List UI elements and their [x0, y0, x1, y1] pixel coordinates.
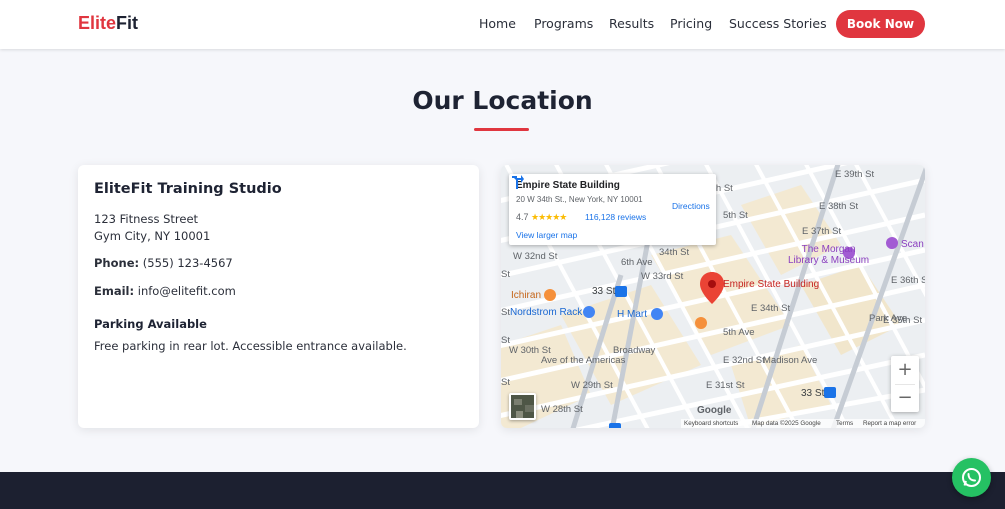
nav-results[interactable]: Results [609, 16, 654, 31]
map-attribution: Keyboard shortcuts Map data ©2025 Google… [681, 419, 925, 428]
poi-33-st-station-east[interactable]: 33 St [801, 388, 824, 399]
address-line-1: 123 Fitness Street [94, 212, 199, 226]
whatsapp-icon [962, 468, 981, 487]
nav-programs[interactable]: Programs [534, 16, 593, 31]
poi-scan[interactable]: Scan [901, 239, 924, 250]
title-underline [474, 128, 529, 131]
satellite-toggle[interactable] [509, 393, 536, 420]
street-e32: E 32nd St [723, 355, 765, 366]
street-e36: E 36th St [891, 275, 925, 286]
location-info-card: EliteFit Training Studio 123 Fitness Str… [78, 165, 479, 428]
keyboard-shortcuts-link[interactable]: Keyboard shortcuts [684, 420, 738, 427]
poi-ichiran[interactable]: Ichiran [511, 290, 541, 301]
site-header: EliteFit Home Programs Results Pricing S… [0, 0, 1005, 49]
place-info-card: Empire State Building 20 W 34th St., New… [509, 174, 716, 245]
nav-home[interactable]: Home [479, 16, 516, 31]
email-row: Email: info@elitefit.com [94, 284, 236, 298]
street-e37: E 37th St [802, 226, 842, 237]
site-footer [0, 472, 1005, 509]
whatsapp-button[interactable] [952, 458, 991, 497]
terms-link[interactable]: Terms [836, 420, 853, 427]
poi-morgan-library[interactable]: The Morgan Library & Museum [788, 244, 869, 266]
directions-link[interactable]: Directions [672, 201, 710, 211]
rating-stars-icon: ★★★★★ [531, 212, 567, 222]
poi-nordstrom-rack[interactable]: Nordstrom Rack [510, 307, 582, 318]
street-ave-americas: Ave of the Americas [541, 355, 626, 366]
map-data-text: Map data ©2025 Google [752, 420, 821, 427]
book-now-button[interactable]: Book Now [836, 10, 925, 38]
street-34th: 34th St [659, 247, 690, 258]
nav-success-stories[interactable]: Success Stories [729, 16, 827, 31]
google-map[interactable]: E 39th St E 38th St E 37th St E 36th St … [501, 165, 925, 428]
place-name: Empire State Building [516, 180, 620, 191]
google-logo: Google [697, 405, 732, 416]
marker-label[interactable]: Empire State Building [723, 279, 819, 290]
nav-pricing[interactable]: Pricing [670, 16, 712, 31]
phone-value[interactable]: (555) 123-4567 [143, 256, 233, 270]
street-w29: W 29th St [571, 380, 613, 391]
street-e38: E 38th St [819, 201, 859, 212]
street-e34: E 34th St [751, 303, 791, 314]
place-rating: 4.7 ★★★★★ [516, 212, 567, 223]
street-e31: E 31st St [706, 380, 745, 391]
satellite-thumbnail-icon [511, 395, 534, 418]
rating-value: 4.7 [516, 212, 529, 222]
street-e39: E 39th St [835, 169, 875, 180]
street-w28: W 28th St [541, 404, 583, 415]
poi-33-st-station[interactable]: 33 St [592, 286, 615, 297]
reviews-link[interactable]: 116,128 reviews [585, 212, 646, 222]
email-value[interactable]: info@elitefit.com [138, 284, 236, 298]
poi-h-mart[interactable]: H Mart [617, 309, 647, 320]
street-w32: W 32nd St [513, 251, 558, 262]
logo[interactable]: EliteFit [78, 13, 138, 34]
parking-title: Parking Available [94, 317, 207, 331]
zoom-out-button[interactable]: − [891, 384, 919, 412]
street-st-a: St [501, 269, 510, 280]
zoom-in-button[interactable]: + [891, 356, 919, 384]
email-label: Email: [94, 284, 135, 298]
studio-name: EliteFit Training Studio [94, 181, 282, 197]
street-w33: W 33rd St [641, 271, 684, 282]
report-error-link[interactable]: Report a map error [863, 420, 916, 427]
street-park-ave: Park Ave [869, 313, 907, 324]
street-st-b: St [501, 307, 510, 318]
street-st-d: St [501, 377, 510, 388]
street-5th-st: 5th St [723, 210, 748, 221]
street-st-c: St [501, 335, 510, 346]
section-title: Our Location [412, 86, 593, 115]
directions-icon[interactable] [509, 174, 525, 190]
zoom-controls: + − [891, 356, 919, 412]
place-address: 20 W 34th St., New York, NY 10001 [516, 195, 643, 204]
street-5th-ave: 5th Ave [723, 327, 755, 338]
parking-text: Free parking in rear lot. Accessible ent… [94, 339, 407, 353]
street-6th-ave: 6th Ave [621, 257, 653, 268]
phone-row: Phone: (555) 123-4567 [94, 256, 233, 270]
address-line-2: Gym City, NY 10001 [94, 229, 211, 243]
phone-label: Phone: [94, 256, 140, 270]
street-broadway: Broadway [613, 345, 656, 356]
view-larger-map-link[interactable]: View larger map [516, 230, 577, 240]
logo-fit: Fit [116, 13, 139, 33]
logo-elite: Elite [78, 13, 117, 33]
street-madison: Madison Ave [763, 355, 818, 366]
